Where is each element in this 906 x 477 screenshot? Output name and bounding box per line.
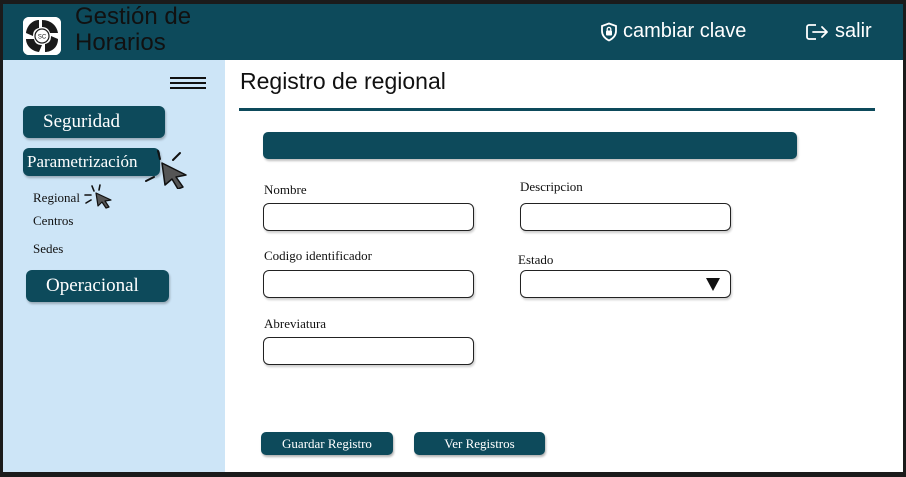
app-window: SC Gestión de Horarios cambiar clave sal… [0,0,906,477]
abreviatura-input[interactable] [263,337,474,365]
title-divider [239,108,875,111]
sidebar-item-label: Seguridad [43,111,121,132]
sidebar-item-label: Parametrización [27,152,138,171]
codigo-identificador-label: Codigo identificador [264,248,372,263]
sidebar-subitem-label: Sedes [33,241,64,256]
sidebar-subitem-label: Centros [33,213,74,228]
sidebar-item-seguridad[interactable]: Seguridad [23,106,165,138]
shield-lock-icon [599,22,619,42]
form-header-bar [263,132,797,159]
guardar-registro-button[interactable]: Guardar Registro [261,432,393,455]
sidebar: Seguridad Parametrización Regional Centr… [3,60,225,472]
logout-label: salir [835,20,872,42]
click-cursor-icon [84,184,112,209]
estado-label: Estado [518,252,554,267]
sidebar-item-label: Operacional [46,275,139,296]
logo: SC [23,17,61,55]
sidebar-item-operacional[interactable]: Operacional [26,270,169,302]
sidebar-subitem-centros[interactable]: Centros [33,213,73,229]
ver-registros-label: Ver Registros [444,435,515,451]
nombre-label: Nombre [264,182,307,197]
svg-text:SC: SC [38,35,47,41]
ver-registros-button[interactable]: Ver Registros [414,432,545,455]
descripcion-input[interactable] [520,203,731,231]
sidebar-subitem-sedes[interactable]: Sedes [33,241,63,257]
dropdown-arrow-icon [706,278,720,291]
hamburger-menu-icon[interactable] [170,77,206,93]
app-title: Gestión de Horarios [75,3,192,56]
descripcion-label: Descripcion [520,179,583,194]
change-password-button[interactable]: cambiar clave [599,20,746,43]
page-title: Registro de regional [240,68,446,94]
logo-icon: SC [23,17,61,55]
abreviatura-label: Abreviatura [264,316,327,331]
codigo-identificador-input[interactable] [263,270,474,298]
click-cursor-icon [145,150,187,189]
top-header: SC Gestión de Horarios cambiar clave sal… [3,4,903,60]
logout-arrow-icon [805,22,831,42]
guardar-registro-label: Guardar Registro [282,435,372,451]
sidebar-subitem-label: Regional [33,190,80,205]
logout-button[interactable]: salir [805,20,872,43]
window-border [0,0,906,4]
window-border [0,0,3,477]
nombre-input[interactable] [263,203,474,231]
estado-select[interactable] [520,270,731,298]
window-border [0,472,906,477]
change-password-label: cambiar clave [623,20,747,42]
sidebar-subitem-regional[interactable]: Regional [33,190,80,206]
